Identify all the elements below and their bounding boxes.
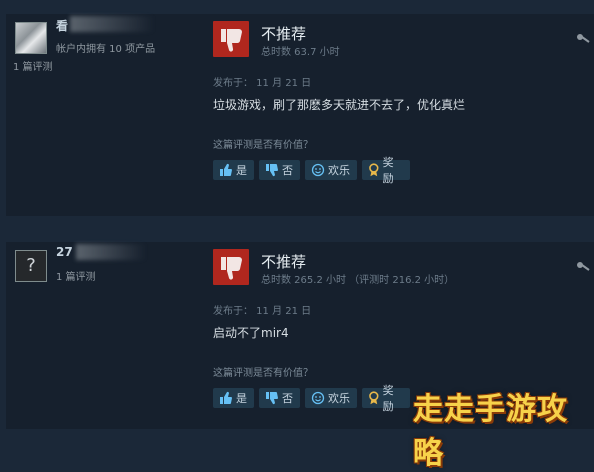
vote-no-button[interactable]: 否 (259, 388, 300, 408)
playtime: 总时数 63.7 小时 (261, 47, 340, 58)
reviewer-info: 看 帐户内拥有 10 项产品 1 篇评测 (6, 14, 202, 216)
review-body: 不推荐 总时数 63.7 小时 发布于： 11 月 21 日 垃圾游戏，刷了那麽… (205, 14, 594, 216)
avatar[interactable]: ? (15, 250, 47, 282)
vote-yes-label: 是 (236, 392, 247, 405)
vote-no-label: 否 (282, 392, 293, 405)
vote-no-label: 否 (282, 164, 293, 177)
award-icon (369, 163, 379, 177)
review-count[interactable]: 1 篇评测 (56, 268, 96, 283)
review-card: 看 帐户内拥有 10 项产品 1 篇评测 不推荐 总时数 63.7 小时 发布于… (6, 14, 594, 216)
vote-funny-button[interactable]: 欢乐 (305, 160, 357, 180)
site-watermark: 走走手游攻略 (413, 392, 568, 471)
thumbs-up-icon (220, 163, 232, 176)
smile-icon (311, 163, 325, 177)
name-blur-mask (76, 244, 146, 260)
thumbs-down-icon (266, 164, 278, 177)
user-name[interactable]: 27 (56, 245, 73, 259)
share-icon[interactable] (576, 258, 590, 272)
not-recommended-badge (213, 249, 249, 285)
helpful-question: 这篇评测是否有价值？ (213, 140, 313, 151)
review-verdict[interactable]: 不推荐 (261, 23, 306, 44)
thumbs-down-icon (221, 29, 242, 52)
review-text: 启动不了mir4 (213, 326, 289, 340)
helpful-question: 这篇评测是否有价值？ (213, 368, 313, 379)
products-owned[interactable]: 帐户内拥有 10 项产品 (56, 40, 155, 55)
posted-date: 发布于： 11 月 21 日 (213, 78, 312, 89)
vote-yes-label: 是 (236, 164, 247, 177)
smile-icon (311, 391, 325, 405)
vote-no-button[interactable]: 否 (259, 160, 300, 180)
name-blur-mask (70, 16, 154, 32)
award-label: 奖励 (382, 384, 394, 413)
review-text: 垃圾游戏，刷了那麽多天就进不去了，优化真烂 (213, 98, 466, 112)
award-button[interactable]: 奖励 (362, 156, 410, 185)
user-name[interactable]: 看 (56, 17, 68, 34)
vote-funny-label: 欢乐 (328, 392, 350, 405)
vote-buttons: 是 否 欢乐 奖励 (213, 156, 410, 185)
thumbs-down-icon (266, 392, 278, 405)
award-label: 奖励 (382, 156, 394, 185)
award-icon (369, 391, 379, 405)
vote-yes-button[interactable]: 是 (213, 388, 254, 408)
vote-funny-label: 欢乐 (328, 164, 350, 177)
reviewer-info: ? 27 1 篇评测 (6, 242, 202, 429)
playtime: 总时数 265.2 小时 （评测时 216.2 小时） (261, 275, 455, 286)
vote-yes-button[interactable]: 是 (213, 160, 254, 180)
review-verdict[interactable]: 不推荐 (261, 251, 306, 272)
not-recommended-badge (213, 21, 249, 57)
review-count[interactable]: 1 篇评测 (13, 58, 53, 73)
thumbs-up-icon (220, 391, 232, 404)
posted-date: 发布于： 11 月 21 日 (213, 306, 312, 317)
share-icon[interactable] (576, 30, 590, 44)
vote-buttons: 是 否 欢乐 奖励 (213, 384, 410, 413)
vote-funny-button[interactable]: 欢乐 (305, 388, 357, 408)
avatar[interactable] (15, 22, 47, 54)
award-button[interactable]: 奖励 (362, 384, 410, 413)
thumbs-down-icon (221, 257, 242, 280)
